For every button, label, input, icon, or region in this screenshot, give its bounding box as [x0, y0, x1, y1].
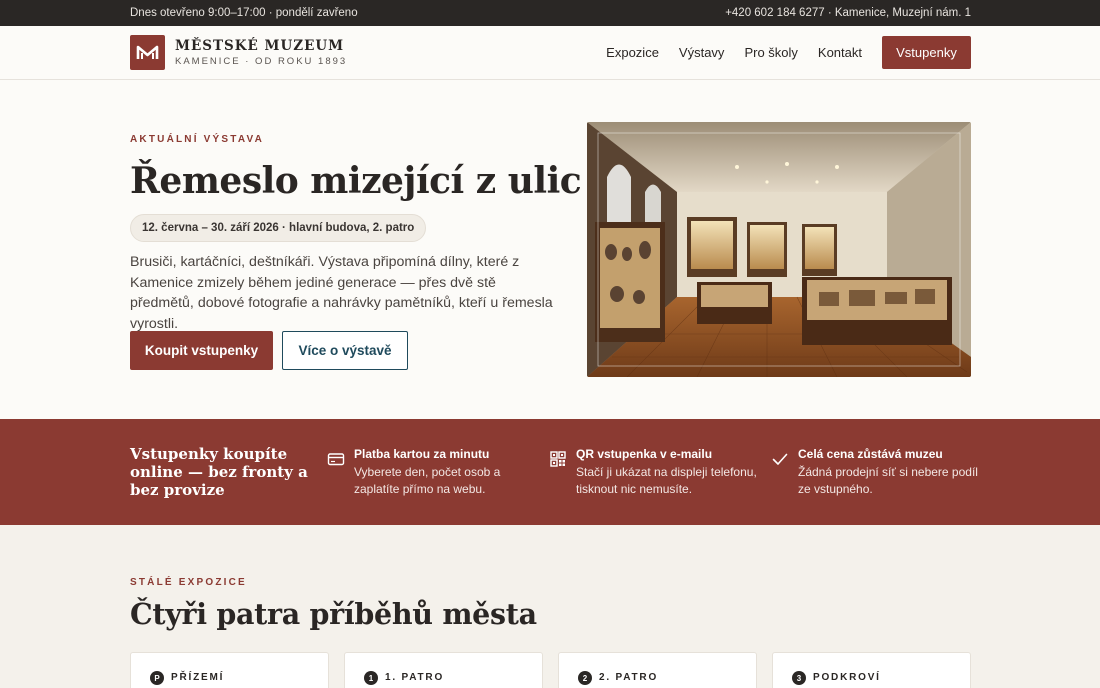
hero-section: AKTUÁLNÍ VÝSTAVA Řemeslo mizející z ulic…: [0, 80, 1100, 419]
hero-title: Řemeslo mizející z ulic: [130, 160, 582, 202]
feature-description: Stačí ji ukázat na displeji telefonu, ti…: [576, 465, 757, 496]
floor-label: 1. PATRO: [385, 672, 445, 683]
floor-card-first[interactable]: 1 1. PATRO: [344, 652, 543, 688]
exhibition-dates-badge: 12. června – 30. září 2026 · hlavní budo…: [130, 214, 427, 242]
credit-card-icon: [327, 453, 345, 466]
qr-code-icon: [550, 451, 566, 467]
collection-title: Čtyři patra příběhů města: [130, 597, 537, 631]
contact-info: +420 602 184 6277 · Kamenice, Muzejní ná…: [725, 7, 971, 19]
nav-item-pro-skoly[interactable]: Pro školy: [744, 45, 797, 60]
buy-tickets-button[interactable]: Koupit vstupenky: [130, 331, 273, 370]
opening-hours: Dnes otevřeno 9:00–17:00 · pondělí zavře…: [130, 7, 358, 19]
feature-description: Vyberete den, počet osob a zaplatíte pří…: [354, 465, 501, 496]
floor-badge: P: [150, 671, 164, 685]
floor-label: PODKROVÍ: [813, 672, 881, 683]
brand: MĚSTSKÉ MUZEUM KAMENICE · OD ROKU 1893: [175, 38, 347, 68]
tickets-info-band: Vstupenky koupíte online — bez fronty a …: [0, 419, 1100, 525]
hero-description: Brusiči, kartáčníci, deštníkáři. Výstava…: [130, 254, 553, 333]
floor-badge: 2: [578, 671, 592, 685]
floor-badge: 1: [364, 671, 378, 685]
floor-label: 2. PATRO: [599, 672, 659, 683]
exhibition-hall-photo: [587, 122, 971, 377]
museum-logo-icon[interactable]: [130, 35, 165, 70]
feature-title: QR vstupenka v e-mailu: [576, 447, 713, 461]
permanent-collection-section: STÁLÉ EXPOZICE Čtyři patra příběhů města…: [0, 525, 1100, 688]
collection-eyebrow: STÁLÉ EXPOZICE: [130, 577, 247, 588]
floor-badge: 3: [792, 671, 806, 685]
feature-title: Platba kartou za minutu: [354, 447, 490, 461]
site-header: MĚSTSKÉ MUZEUM KAMENICE · OD ROKU 1893 E…: [0, 26, 1100, 80]
floor-card-attic[interactable]: 3 PODKROVÍ: [772, 652, 971, 688]
check-icon: [772, 453, 788, 465]
nav-item-expozice[interactable]: Expozice: [606, 45, 659, 60]
brand-name: MĚSTSKÉ MUZEUM: [175, 37, 345, 54]
band-title: Vstupenky koupíte online — bez fronty a …: [130, 445, 308, 499]
feature-title: Celá cena zůstává muzeu: [798, 447, 943, 461]
floor-label: PŘÍZEMÍ: [171, 672, 225, 683]
nav-item-kontakt[interactable]: Kontakt: [818, 45, 862, 60]
main-nav: Expozice Výstavy Pro školy Kontakt Vstup…: [586, 36, 971, 69]
tickets-button[interactable]: Vstupenky: [882, 36, 971, 69]
hero-eyebrow: AKTUÁLNÍ VÝSTAVA: [130, 134, 265, 145]
top-info-bar: Dnes otevřeno 9:00–17:00 · pondělí zavře…: [0, 0, 1100, 26]
floor-card-ground[interactable]: P PŘÍZEMÍ: [130, 652, 329, 688]
nav-item-vystavy[interactable]: Výstavy: [679, 45, 725, 60]
feature-description: Žádná prodejní síť si nebere podíl ze vs…: [798, 465, 978, 496]
exhibition-details-button[interactable]: Více o výstavě: [282, 331, 408, 370]
floor-card-second[interactable]: 2 2. PATRO: [558, 652, 757, 688]
brand-subtitle: KAMENICE · OD ROKU 1893: [175, 55, 348, 67]
